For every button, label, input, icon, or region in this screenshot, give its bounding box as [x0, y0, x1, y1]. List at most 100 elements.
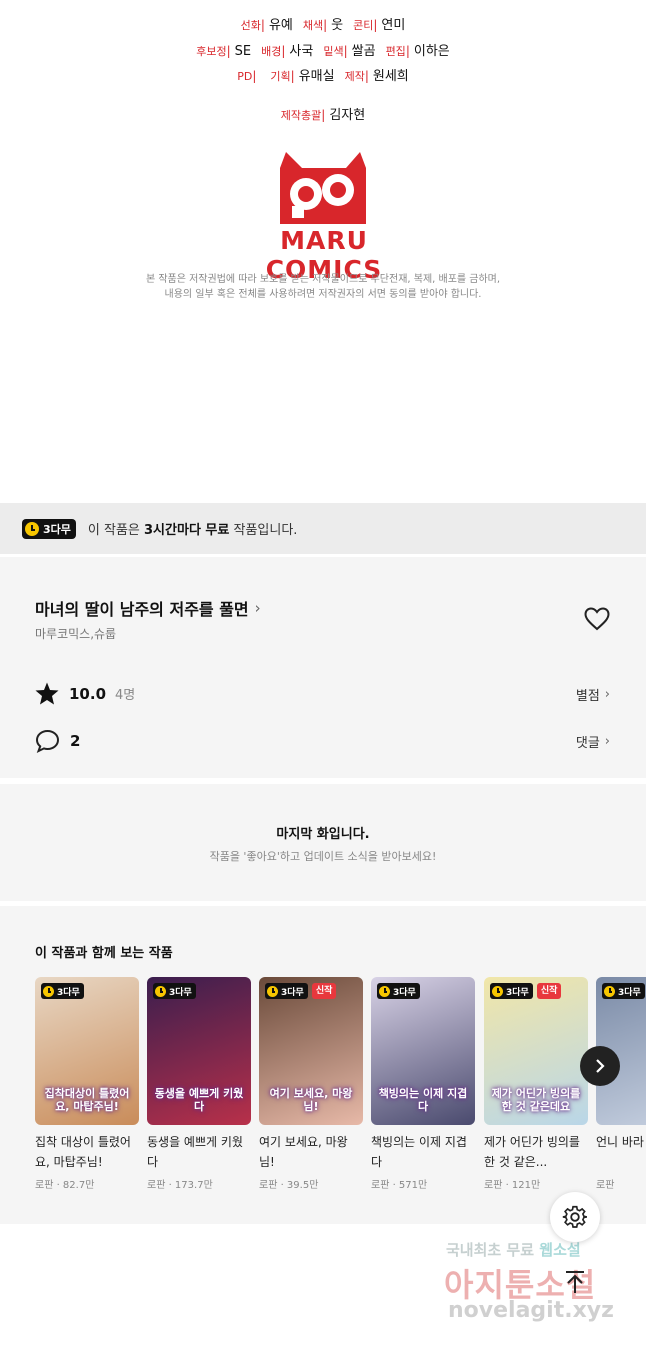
- rating-link[interactable]: 별점 ›: [576, 685, 610, 704]
- credit-role: 후보정: [196, 45, 227, 58]
- recommendations-section: 이 작품과 함께 보는 작품 3다무 집착대상이 틀렸어요, 마탑주님! 집착 대상…: [0, 906, 646, 1224]
- cover-badges: 3다무 신작: [490, 983, 562, 999]
- credit-separator: |: [321, 108, 326, 122]
- credit-separator: |: [281, 44, 286, 58]
- credit-separator: |: [260, 18, 265, 32]
- last-episode-notice: 마지막 화입니다. 작품을 '좋아요'하고 업데이트 소식을 받아보세요!: [0, 784, 646, 901]
- cover-image: 3다무 동생을 예쁘게 키웠다: [147, 977, 251, 1125]
- badge-label: 3다무: [393, 987, 416, 998]
- clock-icon: [43, 985, 54, 997]
- badge-label: 3다무: [169, 987, 192, 998]
- clock-icon: [267, 985, 278, 997]
- credit-separator: |: [373, 18, 378, 32]
- credit-name: 김자현: [329, 108, 366, 123]
- 3damu-badge: 3다무: [602, 983, 645, 999]
- comment-icon: [35, 729, 60, 753]
- free-text-suffix: 작품입니다.: [229, 523, 298, 538]
- cover-badges: 3다무: [153, 983, 196, 999]
- credit-role: 편집: [385, 45, 406, 58]
- clock-icon: [25, 521, 39, 536]
- credit-separator: |: [323, 18, 328, 32]
- credit-separator: |: [290, 69, 295, 83]
- credit-separator: |: [252, 69, 257, 83]
- recommendation-card[interactable]: 3다무 동생을 예쁘게 키웠다동생을 예쁘게 키웠다로판 · 173.7만: [147, 977, 251, 1191]
- logo-mascot-icon: [280, 152, 366, 224]
- rating-stat: 10.0 4명: [35, 682, 135, 705]
- credit-role: 제작: [344, 70, 365, 83]
- cover-image: 3다무 책빙의는 이제 지겹다: [371, 977, 475, 1125]
- card-meta: 로판: [596, 1180, 615, 1191]
- series-info-card: 마녀의 딸이 남주의 저주를 풀면 › 마루코믹스,슈룹 10.0 4명 별점 …: [0, 557, 646, 778]
- 3damu-badge: 3다무: [490, 983, 533, 999]
- last-episode-subtitle: 작품을 '좋아요'하고 업데이트 소식을 받아보세요!: [209, 850, 437, 863]
- like-button[interactable]: [584, 607, 610, 631]
- credit-role: 배경: [261, 45, 282, 58]
- credit-separator: |: [226, 44, 231, 58]
- cover-image: 3다무 신작 여기 보세요, 마왕님!: [259, 977, 363, 1125]
- chevron-right-icon: ›: [254, 599, 261, 617]
- card-title: 여기 보세요, 마왕님!: [259, 1135, 348, 1169]
- cover-title-art: 제가 어딘가 빙의를 한 것 같은데요: [491, 1087, 581, 1113]
- copyright-notice: 본 작품은 저작권법에 따라 보호를 받는 저작물이므로 무단전재, 복제, 배…: [0, 272, 646, 302]
- credit-name: 이하은: [413, 44, 450, 59]
- card-title: 언니 바라: [596, 1135, 644, 1149]
- credit-name: 유예: [268, 18, 293, 33]
- new-badge: 신작: [536, 983, 562, 999]
- series-title-link[interactable]: 마녀의 딸이 남주의 저주를 풀면 ›: [35, 596, 261, 620]
- carousel-next-button[interactable]: [580, 1046, 620, 1086]
- cover-title-art: 집착대상이 틀렸어요, 마탑주님!: [44, 1087, 130, 1113]
- credit-separator: |: [343, 44, 348, 58]
- new-badge: 신작: [311, 983, 337, 999]
- heart-icon: [584, 607, 610, 631]
- cover-badges: 3다무: [377, 983, 420, 999]
- credit-name: 유매실: [298, 69, 335, 84]
- credit-name: 쌀곰: [351, 44, 376, 59]
- credit-name: 원세희: [372, 69, 409, 84]
- card-title: 책빙의는 이제 지겹다: [371, 1135, 467, 1169]
- credit-role: 선화: [240, 19, 261, 32]
- badge-label: 3다무: [506, 987, 529, 998]
- 3damu-badge: 3다무: [41, 983, 84, 999]
- clock-icon: [379, 985, 390, 997]
- badge-label: 3다무: [618, 987, 641, 998]
- card-meta: 로판 · 173.7만: [147, 1180, 213, 1191]
- card-meta: 로판 · 121만: [484, 1180, 541, 1191]
- card-meta: 로판 · 39.5만: [259, 1180, 319, 1191]
- cover-badges: 3다무: [41, 983, 84, 999]
- recommendation-card[interactable]: 3다무 책빙의는 이제 지겹다 책빙의는 이제 지겹다 로판 · 571만: [371, 977, 475, 1191]
- settings-button[interactable]: [550, 1192, 600, 1242]
- rating-value: 10.0: [69, 684, 107, 703]
- last-episode-title: 마지막 화입니다.: [276, 827, 370, 842]
- credit-role: 채색: [302, 19, 324, 32]
- credit-role: 콘티: [353, 19, 374, 32]
- maru-comics-logo: MARU COMICS: [218, 148, 430, 284]
- credits-section: 선화| 유예 채색| 웃 콘티| 연미 후보정| SE 배경| 사국 밑색| 쌀곰 편집| 이하은 PD| 기…: [0, 0, 646, 500]
- chevron-right-icon: ›: [604, 687, 610, 702]
- credit-name: 웃: [331, 18, 344, 33]
- copyright-line-1: 본 작품은 저작권법에 따라 보호를 받는 저작물이므로 무단전재, 복제, 배…: [145, 274, 501, 285]
- rating-link-label: 별점: [575, 689, 600, 704]
- credit-name: 사국: [289, 44, 314, 59]
- cover-badges: 3다무: [602, 983, 645, 999]
- scroll-to-top-button[interactable]: [550, 1257, 600, 1307]
- clock-icon: [492, 985, 503, 997]
- comments-link[interactable]: 댓글 ›: [576, 732, 610, 751]
- credit-role: PD: [237, 70, 253, 83]
- free-text-bold: 3시간마다 무료: [144, 523, 230, 538]
- card-title: 집착 대상이 틀렸어요, 마탑주님!: [35, 1135, 131, 1169]
- series-authors: 마루코믹스,슈룹: [35, 627, 117, 641]
- cover-image: 3다무 신작제가 어딘가 빙의를 한 것 같은데요: [484, 977, 588, 1125]
- credit-line: 후보정| SE 배경| 사국 밑색| 쌀곰 편집| 이하은: [0, 40, 646, 59]
- card-title: 동생을 예쁘게 키웠다: [147, 1135, 243, 1169]
- recommendation-card[interactable]: 3다무 집착대상이 틀렸어요, 마탑주님! 집착 대상이 틀렸어요, 마탑주님! 로판…: [35, 977, 139, 1191]
- badge-label: 3다무: [281, 987, 304, 998]
- recommendation-card[interactable]: 3다무 신작제가 어딘가 빙의를 한 것 같은데요제가 어딘가 빙의를 한 것 같…: [484, 977, 588, 1191]
- cover-image: 3다무집착대상이 틀렸어요, 마탑주님!: [35, 977, 139, 1125]
- recommendation-card[interactable]: 3다무 신작 여기 보세요, 마왕님! 여기 보세요, 마왕님! 로판 · 39.5만: [259, 977, 363, 1191]
- 3damu-badge: 3다무: [22, 518, 76, 539]
- card-title: 제가 어딘가 빙의를 한 것 같은...: [484, 1135, 580, 1169]
- free-text-prefix: 이 작품은: [87, 523, 145, 538]
- clock-icon: [155, 985, 166, 997]
- rating-count: 4명: [115, 688, 136, 703]
- 3damu-badge: 3다무: [265, 983, 308, 999]
